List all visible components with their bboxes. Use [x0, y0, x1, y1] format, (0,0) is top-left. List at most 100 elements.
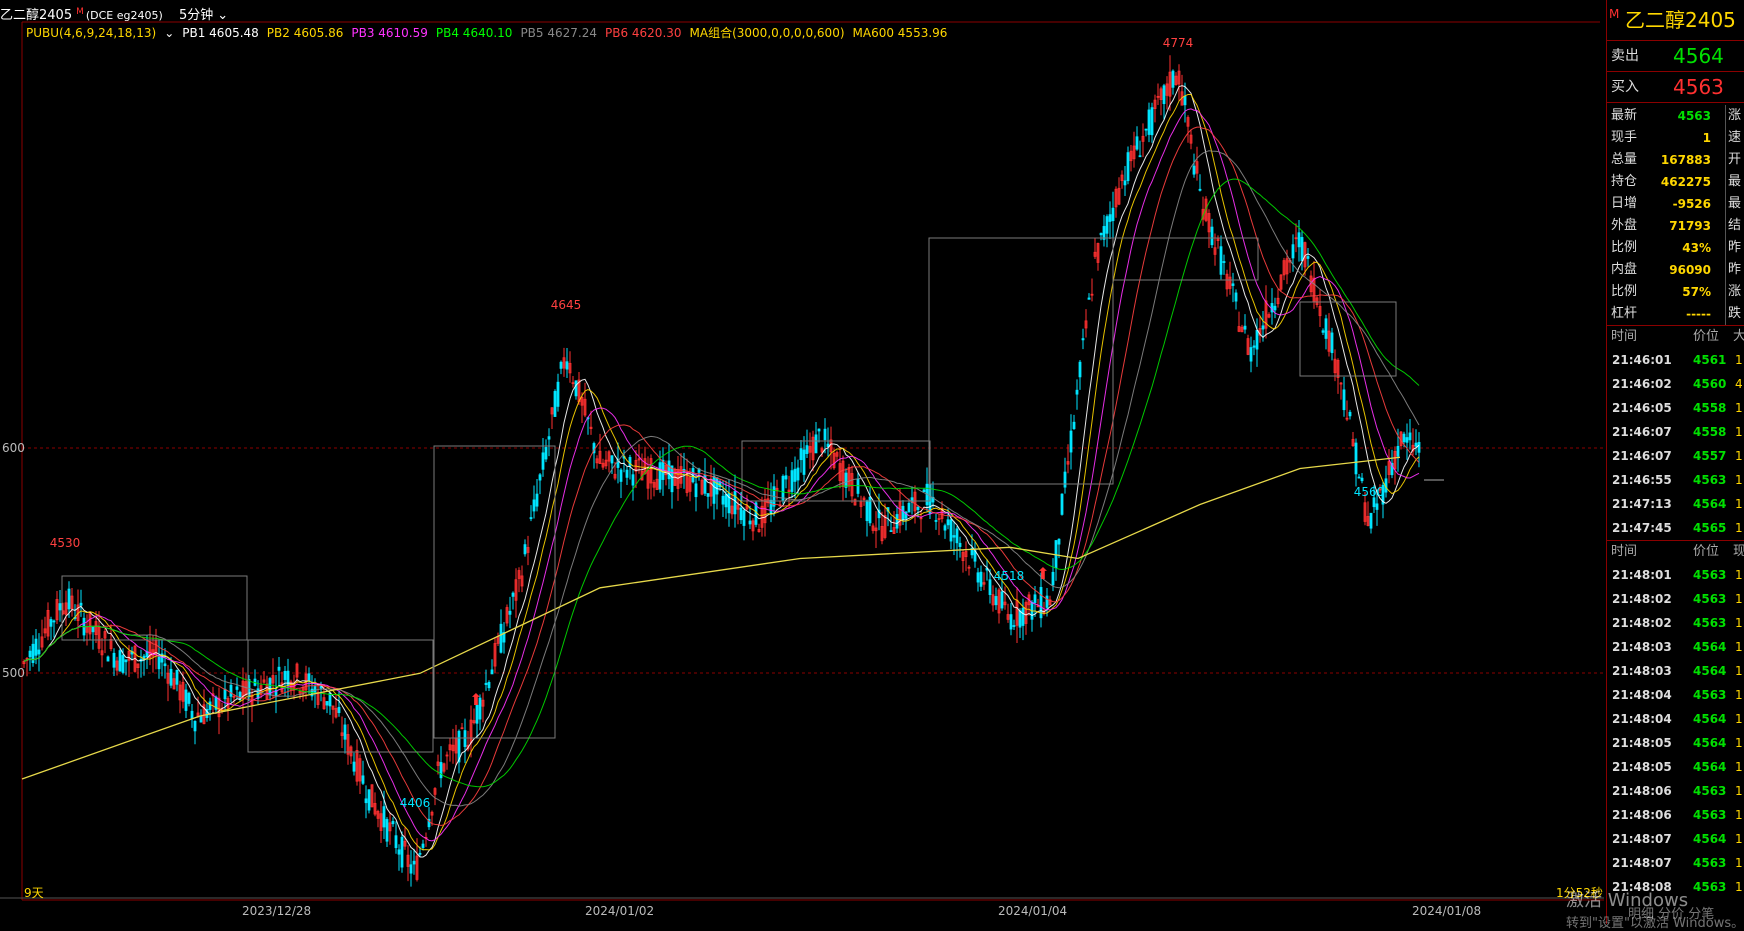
indicator-item[interactable]: PB5 4627.24 [520, 26, 597, 40]
indicator-item[interactable]: PB1 4605.48 [182, 26, 259, 40]
candle-body [1321, 330, 1325, 333]
candle-body [1012, 625, 1016, 627]
tick-row[interactable]: 21:48:04 4564 1 [1607, 707, 1744, 731]
tick-size: 1 [1735, 640, 1743, 654]
candle-body [484, 682, 488, 685]
tick-row[interactable]: 21:47:45 4565 1 [1607, 516, 1744, 540]
indicator-legend[interactable]: PUBU(4,6,9,24,18,13) ⌄ PB1 4605.48 PB2 4605… [26, 24, 955, 42]
candle-body [352, 761, 356, 772]
tick-list[interactable]: 21:46:01 4561 1 21:46:02 4560 4 21:46:05 4558 1 2… [1607, 348, 1744, 540]
candle-body [793, 468, 797, 482]
kline-chart[interactable] [0, 0, 1604, 924]
tick-row[interactable]: 21:48:02 4563 1 [1607, 611, 1744, 635]
tick-time: 21:46:02 [1612, 377, 1672, 391]
indicator-item[interactable]: PB6 4620.30 [605, 26, 682, 40]
stat-row: 内盘 96090 昨 [1607, 259, 1744, 281]
candle-body [529, 517, 533, 520]
tick-row[interactable]: 21:46:07 4558 1 [1607, 420, 1744, 444]
chevron-down-icon[interactable]: ⌄ [217, 8, 228, 23]
tick-time: 21:48:06 [1612, 784, 1672, 798]
indicator-item[interactable]: PB2 4605.86 [267, 26, 344, 40]
activation-watermark-sub: 转到"设置"以激活 Windows。 [1566, 916, 1744, 931]
period-label[interactable]: 5分钟 [179, 8, 213, 23]
tick-size: 1 [1735, 760, 1743, 774]
indicator-item[interactable]: PB4 4640.10 [436, 26, 513, 40]
footer-days: 9天 [24, 886, 44, 900]
tick-time: 21:48:07 [1612, 832, 1672, 846]
tick-time: 21:48:03 [1612, 664, 1672, 678]
candle-body [988, 579, 992, 595]
sell-value[interactable]: 4564 [1673, 41, 1724, 71]
candle-body [1300, 237, 1304, 262]
tick-row[interactable]: 21:48:05 4564 1 [1607, 755, 1744, 779]
stat-right-label: 结 [1725, 215, 1741, 237]
candle-body [1231, 283, 1235, 286]
tick-row[interactable]: 21:46:07 4557 1 [1607, 444, 1744, 468]
kline-chart-area[interactable]: 乙二醇2405 M (DCE eg2405) 5分钟 ⌄ PUBU(4,6,9,24,… [0, 0, 1604, 924]
candle-body [1078, 361, 1082, 378]
period-selector[interactable]: 5分钟 ⌄ [179, 8, 232, 23]
candle-body [499, 623, 503, 653]
tick-time: 21:46:01 [1612, 353, 1672, 367]
candle-body [949, 519, 953, 542]
chevron-down-icon[interactable]: ⌄ [164, 26, 174, 40]
tick-row[interactable]: 21:48:03 4564 1 [1607, 659, 1744, 683]
stat-right-label: 涨 [1725, 281, 1741, 303]
tick-row[interactable]: 21:46:01 4561 1 [1607, 348, 1744, 372]
candle-body [955, 528, 959, 544]
extreme-price-label: 4406 [399, 796, 431, 810]
indicator-item[interactable]: MA600 4553.96 [853, 26, 948, 40]
sell-row[interactable]: 卖出 4564 [1607, 40, 1744, 71]
tick-time: 21:46:55 [1612, 473, 1672, 487]
candle-body [325, 701, 329, 706]
tick-row[interactable]: 21:46:55 4563 1 [1607, 468, 1744, 492]
candle-body [511, 592, 515, 597]
stat-label: 现手 [1611, 130, 1638, 145]
candle-body [658, 462, 662, 490]
buy-row[interactable]: 买入 4563 [1607, 71, 1744, 102]
stat-right-label: 开 [1725, 149, 1741, 171]
tick-price: 4563 [1693, 880, 1727, 894]
tick-row[interactable]: 21:48:01 4563 1 [1607, 563, 1744, 587]
stat-right-label: 昨 [1725, 259, 1741, 281]
tick-row[interactable]: 21:46:02 4560 4 [1607, 372, 1744, 396]
candle-body [610, 455, 614, 464]
chart-header: 乙二醇2405 M (DCE eg2405) 5分钟 ⌄ [0, 0, 1604, 24]
range-box [1112, 237, 1259, 281]
candle-body [307, 673, 311, 682]
tick-list[interactable]: 21:48:01 4563 1 21:48:02 4563 1 21:48:02 4563 1 2… [1607, 563, 1744, 899]
tick-row[interactable]: 21:46:05 4558 1 [1607, 396, 1744, 420]
tick-time: 21:48:05 [1612, 736, 1672, 750]
tick-row[interactable]: 21:48:05 4564 1 [1607, 731, 1744, 755]
tick-row[interactable]: 21:48:07 4563 1 [1607, 851, 1744, 875]
tick-size: 1 [1735, 736, 1743, 750]
panel-title-mark: M [1609, 7, 1620, 21]
candle-body [901, 505, 905, 521]
stat-right-label: 涨 [1725, 105, 1741, 127]
stat-label: 日增 [1611, 196, 1638, 211]
tick-row[interactable]: 21:48:04 4563 1 [1607, 683, 1744, 707]
candle-body [814, 434, 818, 454]
tick-size: 1 [1735, 808, 1743, 822]
indicator-item[interactable]: MA组合(3000,0,0,0,0,600) [690, 26, 845, 40]
tick-row[interactable]: 21:48:06 4563 1 [1607, 803, 1744, 827]
candle-body [946, 519, 950, 526]
indicator-item[interactable]: PB3 4610.59 [351, 26, 428, 40]
tick-row[interactable]: 21:48:02 4563 1 [1607, 587, 1744, 611]
tick-row[interactable]: 21:47:13 4564 1 [1607, 492, 1744, 516]
candle-body [1255, 330, 1259, 350]
tick-row[interactable]: 21:48:07 4564 1 [1607, 827, 1744, 851]
tick-time: 21:47:45 [1612, 521, 1672, 535]
tick-row[interactable]: 21:48:06 4563 1 [1607, 779, 1744, 803]
indicator-item[interactable]: PUBU(4,6,9,24,18,13) [26, 26, 156, 40]
tick-size: 1 [1735, 497, 1743, 511]
candle-body [67, 588, 71, 610]
candle-body [1171, 70, 1175, 88]
tick-price: 4565 [1693, 521, 1727, 535]
candle-body [694, 483, 698, 498]
tick-price: 4563 [1693, 592, 1727, 606]
tick-row[interactable]: 21:48:03 4564 1 [1607, 635, 1744, 659]
stat-label: 持仓 [1611, 174, 1638, 189]
sell-label: 卖出 [1611, 48, 1639, 64]
buy-value[interactable]: 4563 [1673, 72, 1724, 102]
